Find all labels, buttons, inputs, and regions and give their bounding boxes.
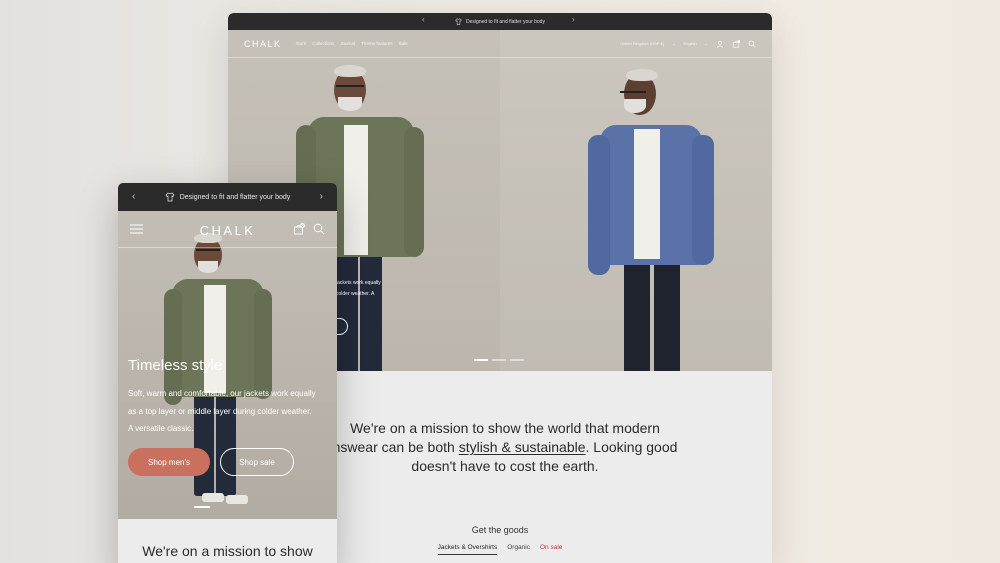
announcement-text: Designed to fit and flatter your body: [466, 18, 545, 25]
chevron-right-icon[interactable]: ›: [572, 15, 575, 24]
menu-item-theme-features[interactable]: Theme features: [361, 41, 393, 46]
chevron-right-icon[interactable]: ›: [320, 191, 323, 202]
hero-image-right: [500, 30, 772, 371]
hamburger-icon[interactable]: [130, 224, 143, 234]
menu-item-store[interactable]: Store: [296, 41, 307, 46]
tab-jackets-overshirts[interactable]: Jackets & Overshirts: [437, 544, 498, 555]
shop-mens-button[interactable]: Shop men's: [128, 448, 210, 476]
slide-dot[interactable]: [492, 359, 506, 361]
bag-icon[interactable]: 0: [293, 223, 305, 235]
bag-icon[interactable]: [732, 39, 740, 48]
logo[interactable]: CHALK: [244, 39, 282, 49]
menu-item-collections[interactable]: Collections: [312, 41, 334, 46]
menu-item-journal[interactable]: Journal: [340, 41, 355, 46]
header-tools: United Kingdom (GBP £) ⌄ English ⌄: [620, 39, 756, 48]
model-photo-blue-shirt: [580, 65, 720, 371]
announcement-bar: ‹ Designed to fit and flatter your body …: [118, 183, 337, 211]
tab-on-sale[interactable]: On sale: [540, 544, 562, 555]
slide-dot[interactable]: [510, 359, 524, 361]
chevron-down-icon: ⌄: [672, 41, 676, 46]
tab-organic[interactable]: Organic: [507, 544, 530, 555]
slide-dot[interactable]: [194, 506, 210, 508]
header-tools: 0: [293, 223, 325, 235]
chevron-left-icon[interactable]: ‹: [132, 191, 135, 202]
search-icon[interactable]: [748, 40, 756, 48]
country-selector[interactable]: United Kingdom (GBP £): [620, 41, 664, 46]
main-menu: Store Collections Journal Theme features…: [296, 41, 408, 46]
shop-sale-button[interactable]: Shop sale: [220, 448, 294, 476]
mobile-header: CHALK 0: [118, 211, 337, 248]
tshirt-icon: [455, 18, 462, 25]
announcement-bar: ‹ Designed to fit and flatter your body …: [228, 13, 772, 30]
user-icon[interactable]: [716, 40, 724, 48]
hero-title: Timeless style: [128, 357, 223, 374]
menu-item-sale[interactable]: Sale: [399, 41, 408, 46]
chevron-down-icon: ⌄: [704, 41, 708, 46]
announcement-text: Designed to fit and flatter your body: [179, 193, 291, 201]
mission-link[interactable]: stylish & sustainable: [459, 439, 586, 455]
hero-text-partial: jackets work equally colder weather. A: [336, 280, 381, 297]
slideshow-dots: [474, 359, 524, 361]
mobile-preview: ‹ Designed to fit and flatter your body …: [118, 183, 337, 563]
chevron-left-icon[interactable]: ‹: [422, 15, 425, 24]
search-icon[interactable]: [313, 223, 325, 235]
tshirt-icon: [165, 192, 175, 202]
hero-description: Soft, warm and comfortable, our jackets …: [128, 389, 316, 433]
language-selector[interactable]: English: [684, 41, 697, 46]
hero-slide: CHALK 0 Timeless style Soft, warm and co…: [118, 211, 337, 519]
mission-statement: We're on a mission to show: [142, 543, 313, 559]
desktop-header: CHALK Store Collections Journal Theme fe…: [228, 30, 772, 58]
slide-dot[interactable]: [474, 359, 488, 361]
